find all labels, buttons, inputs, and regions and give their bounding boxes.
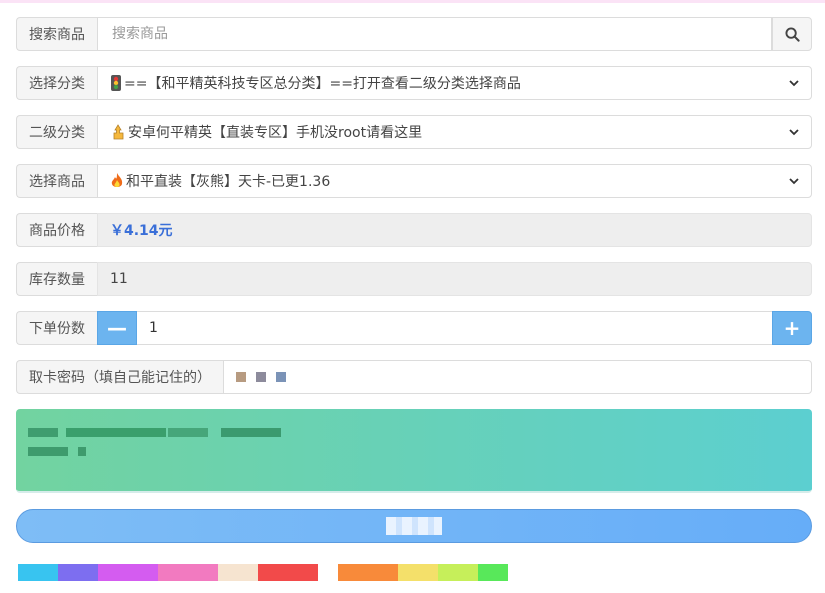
- redacted-label: [386, 517, 442, 535]
- product-label: 选择商品: [16, 164, 97, 198]
- redacted-block: [28, 447, 68, 456]
- stock-value: 11: [110, 271, 128, 287]
- search-row: 搜索商品: [16, 17, 812, 51]
- chevron-down-icon: [789, 129, 799, 136]
- price-field: ￥4.14元: [97, 213, 812, 247]
- redacted-block: [221, 428, 281, 437]
- captcha-pixel: [236, 372, 246, 382]
- stock-label: 库存数量: [16, 262, 97, 296]
- quantity-label: 下单份数: [16, 311, 97, 345]
- subcategory-select[interactable]: 安卓何平精英【直装专区】手机没root请看这里: [97, 115, 812, 149]
- captcha-pixel: [276, 372, 286, 382]
- chevron-down-icon: [789, 178, 799, 185]
- price-row: 商品价格 ￥4.14元: [16, 213, 812, 247]
- quantity-increase-button[interactable]: +: [772, 311, 812, 345]
- price-value: ￥4.14元: [110, 223, 173, 239]
- traffic-light-icon: [111, 75, 121, 91]
- category-row: 选择分类 ==【和平精英科技专区总分类】==打开查看二级分类选择商品: [16, 66, 812, 100]
- fire-icon: [111, 173, 123, 187]
- category-value: ==【和平精英科技专区总分类】==打开查看二级分类选择商品: [124, 76, 521, 92]
- quantity-decrease-button[interactable]: —: [97, 311, 137, 345]
- search-icon: [784, 26, 800, 42]
- pointing-hand-icon: [113, 124, 124, 140]
- category-label: 选择分类: [16, 66, 97, 100]
- redacted-block: [28, 428, 58, 437]
- subcategory-label: 二级分类: [16, 115, 97, 149]
- captcha-pixel: [256, 372, 266, 382]
- top-accent-line: [0, 0, 825, 3]
- category-select[interactable]: ==【和平精英科技专区总分类】==打开查看二级分类选择商品: [97, 66, 812, 100]
- subcategory-row: 二级分类 安卓何平精英【直装专区】手机没root请看这里: [16, 115, 812, 149]
- search-field-wrap: [97, 17, 772, 51]
- quantity-value: 1: [149, 320, 158, 336]
- price-label: 商品价格: [16, 213, 97, 247]
- search-input[interactable]: [110, 25, 759, 43]
- stock-field: 11: [97, 262, 812, 296]
- subcategory-value: 安卓何平精英【直装专区】手机没root请看这里: [128, 125, 423, 141]
- product-value: 和平直装【灰熊】天卡-已更1.36: [126, 174, 331, 190]
- quantity-row: 下单份数 — 1 +: [16, 311, 812, 345]
- notice-banner: [16, 409, 812, 493]
- footer-redacted-strip: [18, 564, 548, 581]
- password-row: 取卡密码（填自己能记住的）: [16, 360, 812, 394]
- submit-button[interactable]: [16, 509, 812, 543]
- search-button[interactable]: [772, 17, 812, 51]
- redacted-block: [168, 428, 208, 437]
- password-label: 取卡密码（填自己能记住的）: [16, 360, 223, 394]
- password-input[interactable]: [223, 360, 812, 394]
- redacted-block: [78, 447, 86, 456]
- product-row: 选择商品 和平直装【灰熊】天卡-已更1.36: [16, 164, 812, 198]
- quantity-input[interactable]: 1: [137, 311, 772, 345]
- search-label: 搜索商品: [16, 17, 97, 51]
- redacted-block: [66, 428, 166, 437]
- product-select[interactable]: 和平直装【灰熊】天卡-已更1.36: [97, 164, 812, 198]
- stock-row: 库存数量 11: [16, 262, 812, 296]
- chevron-down-icon: [789, 80, 799, 87]
